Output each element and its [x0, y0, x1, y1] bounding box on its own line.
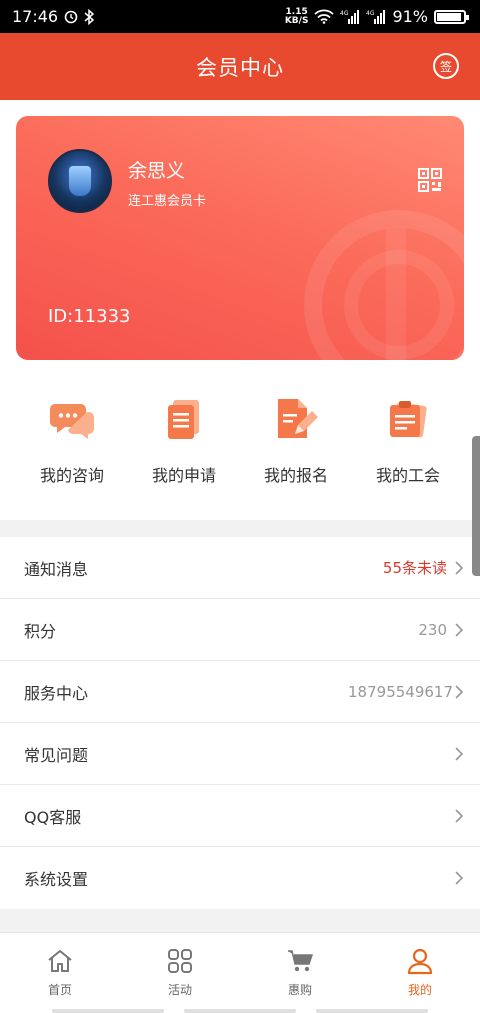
- signal-4g-icon: 4G: [340, 10, 360, 24]
- user-icon: [407, 948, 433, 975]
- status-time: 17:46: [12, 7, 59, 26]
- grid-icon: [168, 949, 192, 973]
- svg-text:4G: 4G: [366, 10, 375, 17]
- menu-item-label: QQ客服: [24, 807, 82, 827]
- menu-item-right: 18795549617: [348, 683, 464, 701]
- sign-in-button[interactable]: 签: [433, 53, 459, 79]
- wifi-icon: [314, 9, 335, 24]
- network-speed: 1.15 KB/S: [284, 7, 309, 26]
- status-bar-left: 17:46: [12, 7, 95, 26]
- points-value: 230: [418, 620, 447, 639]
- menu-item-right: 55条未读: [383, 557, 464, 578]
- chevron-right-icon: [455, 871, 464, 885]
- network-speed-unit: KB/S: [284, 15, 309, 26]
- menu-item-points[interactable]: 积分 230: [0, 599, 480, 661]
- menu-item-label: 通知消息: [24, 559, 89, 579]
- battery-fill: [437, 12, 461, 21]
- tab-label: 我的: [407, 983, 432, 997]
- tab-home[interactable]: 首页: [0, 933, 120, 1013]
- menu-item-qq-service[interactable]: QQ客服: [0, 785, 480, 847]
- quick-action-union[interactable]: 我的工会: [352, 396, 464, 496]
- user-name: 余思义: [128, 160, 186, 182]
- quick-action-label: 我的咨询: [39, 466, 104, 485]
- chevron-right-icon: [455, 808, 464, 823]
- quick-action-signup[interactable]: 我的报名: [240, 396, 352, 496]
- member-card[interactable]: 余思义 连工惠会员卡 ID:11333: [16, 116, 464, 360]
- status-bar: 17:46 1.15 KB/S 4G 4G 91%: [0, 0, 480, 33]
- cart-icon: [288, 950, 314, 972]
- battery-icon: [434, 9, 469, 24]
- bottom-tab-bar: 首页 活动 惠购 我的: [0, 932, 480, 1013]
- alarm-icon: [64, 10, 78, 23]
- quick-action-label: 我的申请: [151, 466, 216, 485]
- clipboard-pin-icon: [390, 401, 427, 438]
- battery-percent: 91%: [392, 7, 428, 26]
- chat-bubbles-icon: [50, 404, 94, 439]
- gesture-bar: [52, 1009, 164, 1013]
- chevron-right-icon: [455, 746, 464, 761]
- menu-item-label: 服务中心: [24, 683, 89, 703]
- bluetooth-icon: [84, 8, 95, 25]
- side-scroll-handle[interactable]: [472, 436, 480, 576]
- chevron-right-icon: [455, 684, 464, 699]
- quick-action-label: 我的报名: [263, 466, 328, 485]
- menu-item-right: [455, 871, 464, 885]
- tab-label: 活动: [167, 983, 192, 997]
- document-pen-icon: [278, 399, 318, 438]
- menu-item-label: 积分: [24, 621, 57, 641]
- chevron-right-icon: [455, 560, 464, 575]
- menu-item-right: [455, 746, 464, 761]
- union-emblem-watermark: [304, 210, 464, 360]
- signal-4g-icon: 4G: [366, 10, 386, 24]
- menu-item-service-center[interactable]: 服务中心 18795549617: [0, 661, 480, 723]
- card-type-label: 连工惠会员卡: [128, 194, 207, 209]
- menu-item-right: 230: [418, 621, 464, 639]
- tab-label: 首页: [47, 983, 72, 997]
- unread-count: 55条未读: [382, 559, 447, 577]
- quick-action-application[interactable]: 我的申请: [128, 396, 240, 496]
- home-icon: [48, 950, 72, 972]
- tab-mine[interactable]: 我的: [360, 933, 480, 1013]
- page-title: 会员中心: [196, 55, 284, 80]
- tab-shop[interactable]: 惠购: [240, 933, 360, 1013]
- menu-item-faq[interactable]: 常见问题: [0, 723, 480, 785]
- quick-action-consult[interactable]: 我的咨询: [16, 396, 128, 496]
- gesture-bar: [316, 1009, 428, 1013]
- tab-activities[interactable]: 活动: [120, 933, 240, 1013]
- profile-section: 余思义 连工惠会员卡 ID:11333 我的咨询 我的申请 我的报名 我的工会: [0, 100, 480, 520]
- document-stack-icon: [168, 400, 199, 439]
- menu-item-notifications[interactable]: 通知消息 55条未读: [0, 537, 480, 599]
- gesture-bar: [184, 1009, 296, 1013]
- menu-item-right: [455, 808, 464, 823]
- member-id: ID:11333: [48, 306, 131, 327]
- qr-code-icon[interactable]: [418, 168, 442, 192]
- status-bar-right: 1.15 KB/S 4G 4G 91%: [284, 7, 469, 26]
- quick-action-label: 我的工会: [375, 466, 440, 485]
- svg-text:4G: 4G: [340, 10, 349, 17]
- menu-item-settings[interactable]: 系统设置: [0, 847, 480, 909]
- quick-actions: 我的咨询 我的申请 我的报名 我的工会: [0, 396, 480, 496]
- app-header: 会员中心 签: [0, 33, 480, 100]
- menu-list: 通知消息 55条未读 积分 230 服务中心 18795549617 常见问题 …: [0, 537, 480, 909]
- tab-label: 惠购: [287, 983, 312, 997]
- menu-item-label: 常见问题: [24, 745, 89, 765]
- service-phone: 18795549617: [348, 682, 453, 701]
- trophy-icon: [69, 166, 91, 196]
- avatar[interactable]: [48, 149, 112, 213]
- chevron-right-icon: [455, 622, 464, 637]
- menu-item-label: 系统设置: [24, 870, 89, 889]
